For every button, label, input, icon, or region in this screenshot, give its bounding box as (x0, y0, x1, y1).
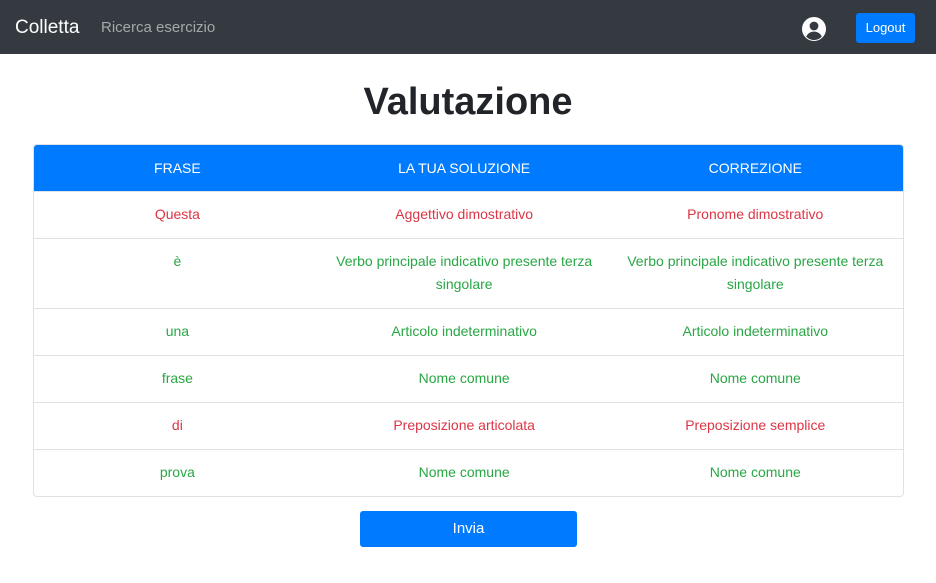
user-circle-icon[interactable] (801, 16, 827, 42)
solution-cell: Preposizione articolata (320, 401, 608, 449)
correction-cell: Pronome dimostrativo (607, 190, 903, 238)
solution-cell: Verbo principale indicativo presente ter… (320, 237, 608, 308)
solution-cell: Aggettivo dimostrativo (320, 190, 608, 238)
table-row: frase Nome comune Nome comune (34, 354, 903, 402)
solution-cell: Nome comune (320, 448, 608, 496)
correction-cell: Articolo indeterminativo (607, 307, 903, 355)
nav-link-search-exercise[interactable]: Ricerca esercizio (101, 18, 215, 38)
word-cell: è (34, 237, 321, 308)
word-cell: prova (34, 448, 321, 496)
table-row: è Verbo principale indicativo presente t… (34, 237, 903, 308)
table-row: prova Nome comune Nome comune (34, 448, 903, 496)
solution-cell: Nome comune (320, 354, 608, 402)
table-row: Questa Aggettivo dimostrativo Pronome di… (34, 190, 903, 238)
solution-cell: Articolo indeterminativo (320, 307, 608, 355)
column-header-sentence: FRASE (154, 159, 201, 176)
table-row: una Articolo indeterminativo Articolo in… (34, 307, 903, 355)
logout-button[interactable]: Logout (856, 13, 915, 43)
page-title: Valutazione (363, 81, 573, 123)
table-row: di Preposizione articolata Preposizione … (34, 401, 903, 449)
word-cell: Questa (34, 190, 321, 238)
top-navbar: Colletta Ricerca esercizio Logout (0, 0, 936, 54)
evaluation-table-grid: FRASE LA TUA SOLUZIONE CORREZIONE Questa… (34, 145, 903, 496)
submit-button[interactable]: Invia (360, 511, 577, 547)
evaluation-table: FRASE LA TUA SOLUZIONE CORREZIONE Questa… (33, 144, 904, 497)
table-header-row: FRASE LA TUA SOLUZIONE CORREZIONE (34, 145, 903, 191)
correction-cell: Nome comune (607, 448, 903, 496)
word-cell: frase (34, 354, 321, 402)
word-cell: di (34, 401, 321, 449)
correction-cell: Verbo principale indicativo presente ter… (607, 237, 903, 308)
correction-cell: Nome comune (607, 354, 903, 402)
word-cell: una (34, 307, 321, 355)
column-header-your-solution: LA TUA SOLUZIONE (398, 159, 531, 176)
user-circle-icon-svg (802, 17, 826, 41)
column-header-correction: CORREZIONE (708, 159, 802, 176)
correction-cell: Preposizione semplice (607, 401, 903, 449)
brand-logo[interactable]: Colletta (15, 16, 79, 40)
